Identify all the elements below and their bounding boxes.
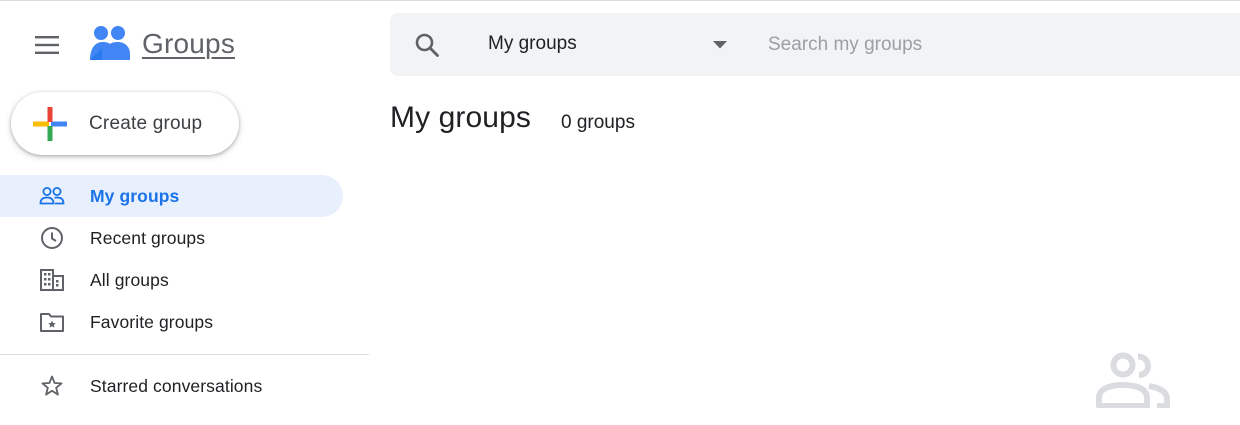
- folder-star-icon: [38, 310, 66, 334]
- top-border: [0, 0, 1240, 3]
- app-name: Groups: [142, 28, 236, 59]
- search-input[interactable]: [768, 27, 1208, 63]
- sidebar-item-my-groups[interactable]: My groups: [0, 175, 343, 217]
- empty-groups-people-icon: [1096, 352, 1170, 408]
- sidebar-item-label: Favorite groups: [90, 311, 214, 332]
- groups-logo-icon: [90, 26, 130, 60]
- search-scope-select[interactable]: My groups: [488, 33, 577, 55]
- sidebar-item-recent-groups[interactable]: Recent groups: [0, 217, 343, 259]
- sidebar-item-label: All groups: [90, 269, 169, 290]
- sidebar-starred-section: Starred conversations: [0, 365, 343, 407]
- sidebar-nav: My groups Recent groups All groups Favor…: [0, 175, 343, 343]
- page-title: My groups: [390, 101, 531, 134]
- sidebar-item-label: Starred conversations: [90, 375, 263, 396]
- colored-plus-icon: [33, 106, 67, 141]
- hamburger-menu-icon: [35, 36, 59, 54]
- clock-icon: [38, 226, 66, 250]
- create-group-button[interactable]: Create group: [11, 92, 239, 155]
- search-bar: My groups: [390, 13, 1240, 76]
- star-icon: [38, 374, 66, 398]
- sidebar-divider: [0, 354, 369, 355]
- building-icon: [38, 268, 66, 292]
- people-icon: [38, 184, 66, 208]
- group-count: 0 groups: [561, 112, 635, 133]
- groups-logo-link[interactable]: Groups: [88, 22, 235, 66]
- sidebar-item-favorite-groups[interactable]: Favorite groups: [0, 301, 343, 343]
- sidebar-item-all-groups[interactable]: All groups: [0, 259, 343, 301]
- chevron-down-icon[interactable]: [713, 41, 727, 49]
- sidebar-item-starred-conversations[interactable]: Starred conversations: [0, 365, 343, 407]
- main-menu-button[interactable]: [28, 29, 66, 61]
- search-icon[interactable]: [414, 32, 440, 58]
- create-group-label: Create group: [89, 112, 203, 134]
- sidebar-item-label: Recent groups: [90, 227, 206, 248]
- sidebar-item-label: My groups: [90, 185, 180, 206]
